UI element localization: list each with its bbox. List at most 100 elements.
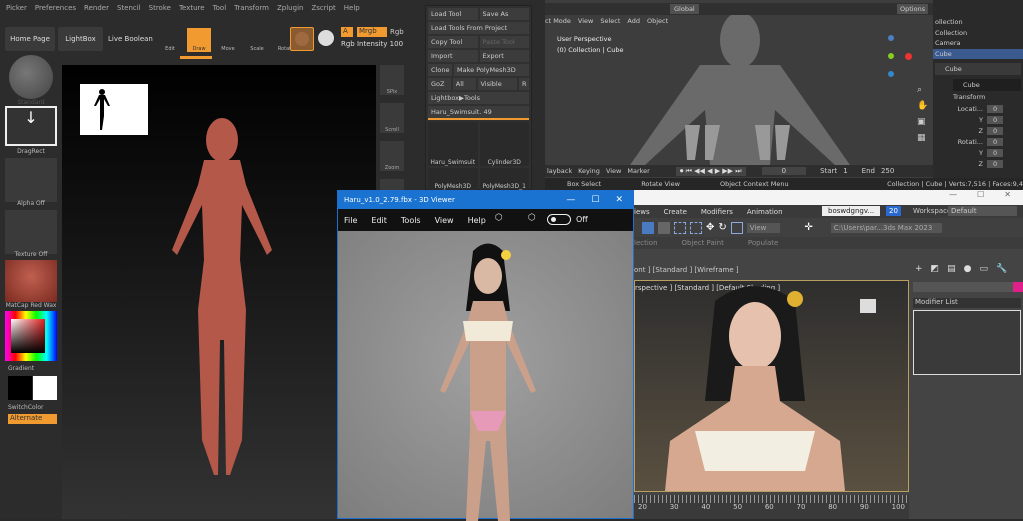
menu-transform[interactable]: Transform bbox=[234, 4, 269, 12]
save-as-button[interactable]: Save As bbox=[479, 8, 529, 20]
standard-brush-icon[interactable] bbox=[9, 55, 53, 99]
region-icon[interactable] bbox=[674, 221, 686, 234]
current-tool-slider[interactable]: Haru_Swimsuit. 49 bbox=[428, 106, 529, 120]
transform-orientation-dropdown[interactable]: Global bbox=[670, 4, 699, 14]
matcap-slot[interactable] bbox=[5, 260, 57, 302]
gizmo-neg-z[interactable] bbox=[888, 71, 894, 77]
menu-zplugin[interactable]: Zplugin bbox=[277, 4, 303, 12]
outliner-item[interactable]: ollection bbox=[933, 17, 1023, 28]
secondary-color-swatch[interactable] bbox=[33, 376, 57, 400]
right-zoom-button[interactable]: Zoom bbox=[380, 141, 404, 171]
r-button[interactable]: R bbox=[519, 78, 529, 90]
value-field[interactable]: 0 bbox=[987, 126, 1004, 135]
import-button[interactable]: Import bbox=[428, 50, 478, 62]
menu-stencil[interactable]: Stencil bbox=[117, 4, 141, 12]
ribbon-tab[interactable]: lection bbox=[634, 239, 658, 247]
primary-color-swatch[interactable] bbox=[8, 376, 32, 400]
alternate-button[interactable]: Alternate bbox=[8, 414, 57, 424]
select-icon[interactable] bbox=[642, 221, 654, 234]
mrgb-toggle[interactable]: Mrgb bbox=[357, 27, 387, 37]
value-field[interactable]: 0 bbox=[987, 115, 1004, 124]
command-panel-tabs[interactable]: + ◩ ▤ ● ▭ 🔧 bbox=[911, 262, 1023, 276]
user-account[interactable]: boswdgngv... bbox=[822, 206, 881, 216]
color-picker[interactable] bbox=[5, 311, 57, 361]
clone-button[interactable]: Clone bbox=[428, 64, 452, 76]
blender-menu-item[interactable]: ct Mode bbox=[545, 17, 571, 25]
gizmo-y-axis[interactable] bbox=[888, 53, 894, 59]
menu-file[interactable]: File bbox=[344, 216, 357, 225]
tool-thumb[interactable]: Cylinder3D bbox=[479, 122, 529, 166]
menu-preferences[interactable]: Preferences bbox=[35, 4, 76, 12]
lighting-toggle[interactable] bbox=[547, 214, 571, 225]
object-name-field[interactable]: Cube bbox=[935, 63, 1021, 75]
tool-thumb[interactable]: Haru_Swimsuit bbox=[428, 122, 478, 166]
transform-panel-header[interactable]: Transform bbox=[953, 93, 1003, 101]
home-page-button[interactable]: Home Page bbox=[5, 27, 55, 51]
close-icon[interactable]: ✕ bbox=[615, 195, 623, 205]
right-scroll-button[interactable]: Scroll bbox=[380, 103, 404, 133]
value-field[interactable]: 0 bbox=[987, 159, 1004, 168]
menu-render[interactable]: Render bbox=[84, 4, 109, 12]
gizmo-z-axis[interactable] bbox=[888, 35, 894, 41]
minimize-icon[interactable]: — bbox=[949, 190, 957, 205]
playback-controls[interactable]: ⏺ ⏮ ◀◀ ◀ ▶ ▶▶ ⏭ bbox=[675, 166, 746, 176]
tool-scale[interactable]: Scale bbox=[245, 28, 269, 52]
draw-size-slider[interactable] bbox=[180, 56, 212, 59]
object-name-field[interactable] bbox=[913, 282, 1023, 292]
perspective-viewport[interactable]: rspective ] [Standard ] [Default Shading… bbox=[634, 280, 909, 492]
move-icon[interactable]: ✥ bbox=[706, 222, 714, 233]
window-crossing-icon[interactable] bbox=[690, 221, 702, 234]
modifier-stack[interactable] bbox=[913, 310, 1021, 375]
blender-viewport[interactable]: Global Options ct Mode View Select Add Objec… bbox=[545, 0, 1023, 190]
outliner-item[interactable]: Camera bbox=[933, 38, 1023, 49]
menu-tools[interactable]: Tools bbox=[401, 216, 421, 225]
pivot-icon[interactable]: ✛ bbox=[804, 222, 812, 233]
max-menu-item[interactable]: Animation bbox=[747, 208, 783, 216]
max-menu-item[interactable]: iews bbox=[634, 208, 650, 216]
3d-viewer-canvas[interactable] bbox=[338, 231, 633, 521]
time-slider[interactable]: 20 30 40 50 60 70 80 90 100 bbox=[634, 495, 909, 519]
menu-edit[interactable]: Edit bbox=[371, 216, 387, 225]
timeline-menu-item[interactable]: View bbox=[606, 167, 621, 175]
select-by-name-icon[interactable] bbox=[658, 221, 670, 234]
modifier-list-dropdown[interactable]: Modifier List bbox=[913, 298, 1021, 308]
menu-view[interactable]: View bbox=[435, 216, 454, 225]
max-menu-item[interactable]: Create bbox=[664, 208, 687, 216]
lightbox-button[interactable]: LightBox bbox=[58, 27, 103, 51]
outliner-item[interactable]: Cube bbox=[933, 48, 1023, 59]
load-tool-button[interactable]: Load Tool bbox=[428, 8, 478, 20]
data-name-field[interactable]: Cube bbox=[953, 79, 1021, 91]
max-menu-item[interactable]: Modifiers bbox=[701, 208, 733, 216]
gizmo-x-axis[interactable] bbox=[905, 53, 912, 60]
rgb-toggle[interactable]: Rgb bbox=[390, 28, 404, 36]
top-viewport-label[interactable]: ont ] [Standard ] [Wireframe ] bbox=[634, 262, 909, 277]
alpha-slot[interactable] bbox=[5, 158, 57, 202]
ribbon-tab[interactable]: Object Paint bbox=[682, 239, 724, 247]
ribbon-tab[interactable]: Populate bbox=[748, 239, 778, 247]
lighting-icon[interactable]: ⬡ bbox=[528, 213, 536, 223]
goz-button[interactable]: GoZ bbox=[428, 78, 451, 90]
3d-icon[interactable]: ⬡ bbox=[495, 213, 503, 223]
tool-edit[interactable]: Edit bbox=[158, 28, 182, 52]
rgb-intensity-slider[interactable]: Rgb Intensity 100 bbox=[341, 40, 403, 48]
project-path-dropdown[interactable]: C:\Users\par...3ds Max 2023 bbox=[830, 222, 943, 233]
value-field[interactable]: 0 bbox=[987, 148, 1004, 157]
texture-icon[interactable] bbox=[318, 30, 334, 46]
menu-stroke[interactable]: Stroke bbox=[149, 4, 171, 12]
a-toggle[interactable]: A bbox=[341, 27, 353, 37]
texture-slot[interactable] bbox=[5, 210, 57, 254]
menu-zscript[interactable]: Zscript bbox=[311, 4, 335, 12]
dragrect-stroke[interactable]: ↓ bbox=[5, 106, 57, 146]
switch-color-button[interactable]: SwitchColor bbox=[8, 404, 44, 411]
menu-picker[interactable]: Picker bbox=[6, 4, 27, 12]
reference-coord-dropdown[interactable]: View bbox=[746, 222, 781, 233]
all-button[interactable]: All bbox=[452, 78, 476, 90]
current-frame-field[interactable]: 0 bbox=[761, 167, 807, 175]
notification-badge[interactable]: 20 bbox=[886, 206, 901, 216]
menu-texture[interactable]: Texture bbox=[179, 4, 205, 12]
tool-move[interactable]: Move bbox=[216, 28, 240, 52]
blender-menu-item[interactable]: Add bbox=[627, 17, 640, 25]
timeline-menu-item[interactable]: layback bbox=[547, 167, 572, 175]
tool-draw[interactable]: Draw bbox=[187, 28, 211, 52]
menu-help[interactable]: Help bbox=[468, 216, 486, 225]
